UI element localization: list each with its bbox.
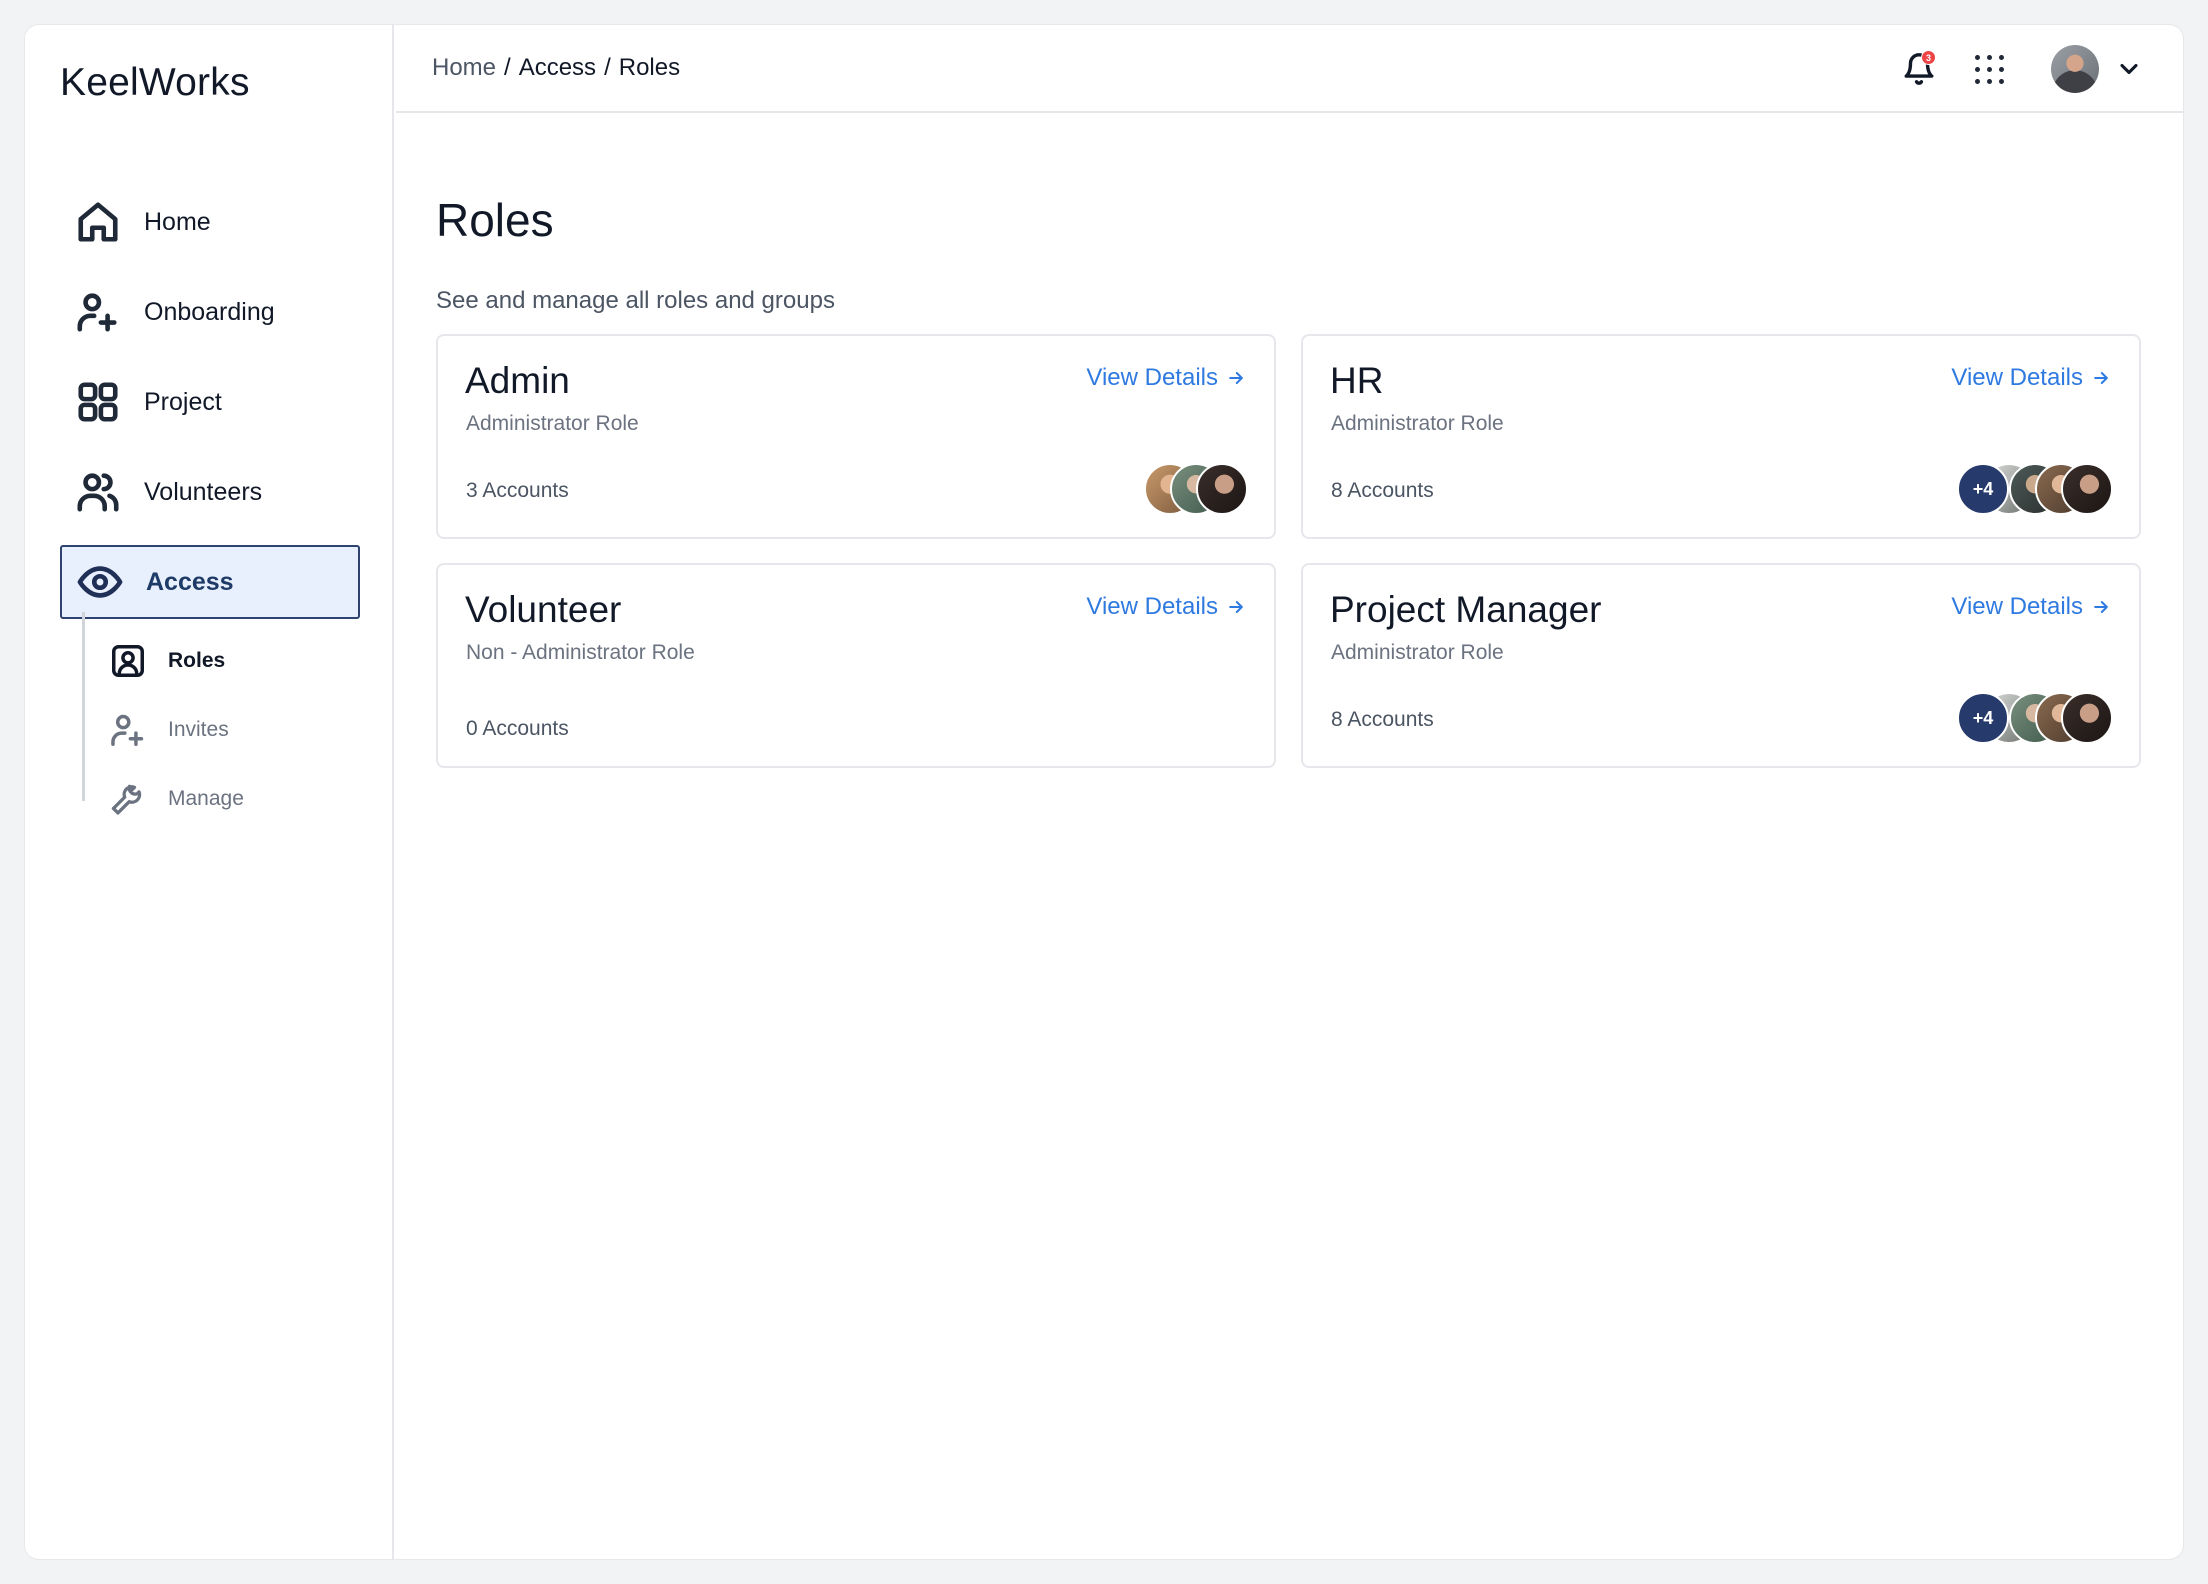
users-icon	[74, 468, 122, 516]
wrench-icon	[108, 779, 148, 819]
view-details-label: View Details	[1951, 364, 2083, 391]
role-title: Volunteer	[465, 589, 622, 630]
breadcrumb-separator: /	[504, 54, 511, 81]
avatar	[2061, 463, 2113, 515]
view-details-link[interactable]: View Details	[1086, 364, 1246, 392]
avatar	[2061, 692, 2113, 744]
role-card-volunteer: Volunteer Non - Administrator Role 0 Acc…	[436, 563, 1276, 768]
role-type: Administrator Role	[1331, 412, 1504, 435]
role-accounts: 8 Accounts	[1331, 479, 1434, 502]
notifications-button[interactable]: 3	[1899, 49, 1939, 89]
view-details-label: View Details	[1086, 593, 1218, 620]
more-avatars-badge[interactable]: +4	[1957, 692, 2009, 744]
role-accounts: 0 Accounts	[466, 717, 569, 740]
role-type: Administrator Role	[1331, 641, 1504, 664]
app-window: KeelWorks Home Onboarding Project Volunt…	[25, 25, 2183, 1559]
role-card-project-manager: Project Manager Administrator Role 8 Acc…	[1301, 563, 2141, 768]
sidebar-item-project[interactable]: Project	[60, 365, 360, 439]
more-avatars-badge[interactable]: +4	[1957, 463, 2009, 515]
breadcrumb-home[interactable]: Home	[432, 54, 496, 82]
view-details-label: View Details	[1951, 593, 2083, 620]
subnav-divider	[82, 612, 85, 801]
avatar-stack: +4	[1957, 463, 2113, 515]
avatar	[1196, 463, 1248, 515]
home-icon	[74, 198, 122, 246]
sidebar-item-home[interactable]: Home	[60, 185, 360, 259]
role-accounts: 3 Accounts	[466, 479, 569, 502]
role-accounts: 8 Accounts	[1331, 708, 1434, 731]
arrow-right-icon	[2094, 601, 2108, 613]
user-plus-icon	[108, 710, 148, 750]
breadcrumb-roles: Roles	[618, 54, 681, 81]
view-details-label: View Details	[1086, 364, 1218, 391]
breadcrumb: Home / Access / Roles	[432, 54, 680, 82]
role-title: Project Manager	[1330, 589, 1602, 630]
page-subtitle: See and manage all roles and groups	[436, 287, 835, 314]
top-bar: Home / Access / Roles 3	[396, 25, 2183, 113]
view-details-link[interactable]: View Details	[1086, 593, 1246, 621]
notification-badge: 3	[1921, 50, 1936, 65]
arrow-right-icon	[1229, 601, 1243, 613]
sidebar-item-access[interactable]: Access	[60, 545, 360, 619]
apps-grid-icon[interactable]	[1969, 49, 2009, 89]
subnav-item-label: Invites	[168, 718, 229, 741]
user-avatar[interactable]	[2051, 45, 2099, 93]
subnav-item-invites[interactable]: Invites	[108, 702, 229, 758]
chevron-down-icon[interactable]	[2115, 55, 2143, 83]
sidebar-item-label: Volunteers	[144, 477, 263, 506]
eye-icon	[76, 558, 124, 606]
role-card-hr: HR Administrator Role 8 Accounts View De…	[1301, 334, 2141, 539]
view-details-link[interactable]: View Details	[1951, 364, 2111, 392]
role-type: Non - Administrator Role	[466, 641, 695, 664]
sidebar-item-volunteers[interactable]: Volunteers	[60, 455, 360, 529]
brand-logo: KeelWorks	[60, 61, 250, 104]
user-square-icon	[108, 641, 148, 681]
subnav-item-roles[interactable]: Roles	[108, 633, 225, 689]
grid-icon	[74, 378, 122, 426]
sidebar-item-label: Home	[144, 207, 211, 236]
avatar-stack: +4	[1957, 692, 2113, 744]
page-title: Roles	[436, 194, 554, 246]
sidebar-item-onboarding[interactable]: Onboarding	[60, 275, 360, 349]
arrow-right-icon	[2094, 372, 2108, 384]
user-plus-icon	[74, 288, 122, 336]
subnav-item-manage[interactable]: Manage	[108, 771, 244, 827]
avatar-stack	[1144, 463, 1248, 515]
view-details-link[interactable]: View Details	[1951, 593, 2111, 621]
breadcrumb-separator: /	[604, 54, 611, 81]
role-title: Admin	[465, 360, 570, 401]
subnav-item-label: Roles	[168, 649, 226, 672]
sidebar-item-label: Access	[146, 567, 234, 596]
sidebar-item-label: Onboarding	[144, 297, 275, 326]
header-actions: 3	[1899, 25, 2143, 113]
sidebar: KeelWorks Home Onboarding Project Volunt…	[25, 25, 394, 1559]
subnav-item-label: Manage	[168, 787, 244, 810]
role-title: HR	[1330, 360, 1384, 401]
arrow-right-icon	[1229, 372, 1243, 384]
role-type: Administrator Role	[466, 412, 639, 435]
sidebar-item-label: Project	[144, 387, 222, 416]
role-card-admin: Admin Administrator Role 3 Accounts View…	[436, 334, 1276, 539]
breadcrumb-access[interactable]: Access	[519, 54, 596, 82]
